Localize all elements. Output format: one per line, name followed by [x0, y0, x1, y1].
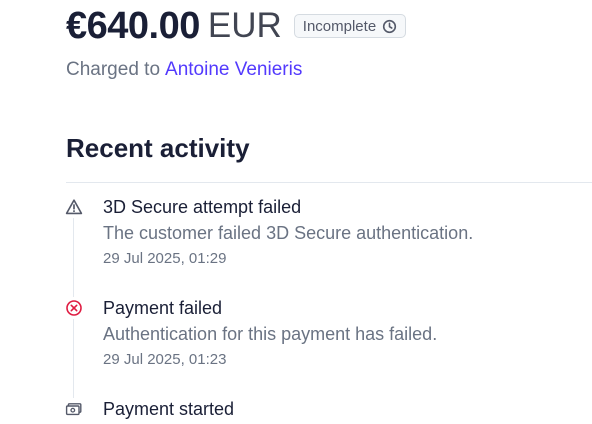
status-badge-label: Incomplete: [302, 17, 377, 35]
payment-header: €640.00 EUR Incomplete: [66, 4, 407, 48]
clock-icon: [382, 19, 397, 34]
event-title: Payment started: [103, 399, 235, 419]
event-title: Payment failed: [103, 298, 223, 318]
section-divider: [66, 182, 592, 183]
payment-currency: EUR: [207, 6, 282, 45]
event-title: 3D Secure attempt failed: [103, 197, 302, 217]
error-circle-icon: [63, 297, 85, 319]
section-title: Recent activity: [66, 133, 250, 163]
event-timestamp: 29 Jul 2025, 01:23: [103, 351, 227, 368]
event-description: Authentication for this payment has fail…: [103, 324, 438, 344]
warning-icon: [63, 196, 85, 218]
payment-amount: €640.00: [66, 5, 200, 47]
customer-link[interactable]: Antoine Venieris: [165, 59, 302, 80]
event-description: The customer failed 3D Secure authentica…: [103, 223, 474, 243]
charged-to-row: Charged to Antoine Venieris: [66, 58, 302, 82]
event-timestamp: 29 Jul 2025, 01:29: [103, 250, 227, 267]
charged-to-label: Charged to: [66, 59, 161, 80]
banknote-icon: [63, 398, 85, 420]
status-badge: Incomplete: [293, 14, 407, 38]
